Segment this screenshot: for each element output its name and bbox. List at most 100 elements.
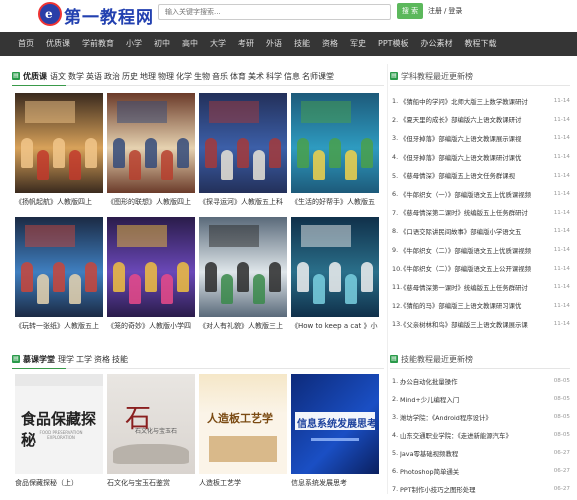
nav-item[interactable]: 优质课 <box>40 32 76 56</box>
register-link[interactable]: 注册 <box>428 7 442 15</box>
list-item[interactable]: 2. Mind+少儿编程入门 08-05 <box>392 390 570 408</box>
course-caption[interactable]: 《探寻运河》人教版五上科 <box>199 197 291 207</box>
subject-link[interactable]: 体育 <box>230 71 246 82</box>
nav-item[interactable]: 外语 <box>260 32 288 56</box>
nav-item[interactable]: 小学 <box>120 32 148 56</box>
list-item-title[interactable]: 山东交通职业学院：《走进新能源汽车》 <box>400 431 548 440</box>
course-thumb[interactable]: 人造板工艺学 人造板工艺学 <box>199 374 287 487</box>
nav-item[interactable]: 军史 <box>344 32 372 56</box>
list-item[interactable]: 9. 《牛郎织女（二）》部编版语文五上优质课视频 11-14 <box>392 241 570 260</box>
category-link[interactable]: 工学 <box>76 354 92 365</box>
list-item[interactable]: 3. 《但牙掉落》部编版六上语文教课展示课视 11-14 <box>392 129 570 148</box>
list-item[interactable]: 11. 《慈母情深第一课时》统编版五上任务群研讨 11-14 <box>392 278 570 297</box>
list-item[interactable]: 5. Java零基础视频教程 06-27 <box>392 444 570 462</box>
list-item[interactable]: 7. 《慈母情深第二课时》统编版五上任务群研讨 11-14 <box>392 204 570 223</box>
list-item-title[interactable]: 《口语交际讲民间故事》部编版小学语文五 <box>400 227 548 236</box>
list-item[interactable]: 7. PPT制作小技巧之图形处理 06-27 <box>392 480 570 498</box>
list-item-title[interactable]: Mind+少儿编程入门 <box>400 395 548 404</box>
list-item-title[interactable]: Photoshop简单通关 <box>400 467 548 476</box>
list-item-title[interactable]: 潍坊学院：《Android程序设计》 <box>400 413 548 422</box>
course-thumb[interactable]: 石 石文化与宝玉石 石文化与宝玉石鉴赏 <box>107 374 195 487</box>
course-caption[interactable]: 《扬帆起航》人教版四上 <box>15 197 107 207</box>
subject-link[interactable]: 数学 <box>68 71 84 82</box>
course-caption[interactable]: 信息系统发展思考 <box>291 478 383 488</box>
list-item-title[interactable]: 办公自动化批量操作 <box>400 377 548 386</box>
course-thumb[interactable]: 《玩转一张纸》人教版五上 <box>15 217 103 330</box>
list-item-title[interactable]: 《猜船的马》部编版三上语文教课研习课优 <box>400 301 548 310</box>
list-item[interactable]: 6. 《牛郎织女（一）》部编版语文五上优质课视频 11-14 <box>392 185 570 204</box>
course-thumb[interactable]: 《生活的好帮手》人教版五 <box>291 93 379 206</box>
subject-link[interactable]: 英语 <box>86 71 102 82</box>
course-thumb[interactable]: 《扬帆起航》人教版四上 <box>15 93 103 206</box>
nav-item[interactable]: 资格 <box>316 32 344 56</box>
course-thumb[interactable]: 《How to keep a cat 》小 <box>291 217 379 330</box>
list-item-title[interactable]: 《牛郎织女（二）》部编版语文五上公开课视频 <box>400 264 548 273</box>
course-caption[interactable]: 《对人有礼貌》人教版三上 <box>199 321 291 331</box>
subject-link[interactable]: 信息 <box>284 71 300 82</box>
logo-icon[interactable]: e <box>38 2 62 26</box>
course-thumb[interactable]: 《探寻运河》人教版五上科 <box>199 93 287 206</box>
list-item-title[interactable]: Java零基础视频教程 <box>400 449 548 458</box>
list-item-title[interactable]: 《慈母情深》部编版五上语文任务群课视 <box>400 171 548 180</box>
course-thumb[interactable]: 食品保藏探秘 FOOD PRESERVATION EXPLORATION 食品保… <box>15 374 103 487</box>
nav-item[interactable]: 考研 <box>232 32 260 56</box>
course-caption[interactable]: 《笼的奇妙》人教版小学四 <box>107 321 199 331</box>
category-link[interactable]: 技能 <box>112 354 128 365</box>
list-item[interactable]: 1. 《猜船中的学问》北师大版三上数学教课研讨 11-14 <box>392 92 570 111</box>
list-item[interactable]: 12. 《猜船的马》部编版三上语文教课研习课优 11-14 <box>392 297 570 316</box>
list-item-title[interactable]: 《慈母情深第二课时》统编版五上任务群研讨 <box>400 208 548 217</box>
list-item[interactable]: 2. 《夏天里的成长》部编版六上语文教课研讨 11-14 <box>392 111 570 130</box>
course-caption[interactable]: 《How to keep a cat 》小 <box>291 321 383 331</box>
subject-link[interactable]: 地理 <box>140 71 156 82</box>
search-input[interactable] <box>158 4 391 20</box>
nav-item[interactable]: 学前教育 <box>76 32 120 56</box>
list-item[interactable]: 6. Photoshop简单通关 06-27 <box>392 462 570 480</box>
list-item-title[interactable]: 《夏天里的成长》部编版六上语文教课研讨 <box>400 115 548 124</box>
nav-item[interactable]: PPT模板 <box>372 32 415 56</box>
list-item-title[interactable]: 《父亲树林和鸟》部编版三上语文教课展示课 <box>400 320 548 329</box>
subject-link[interactable]: 科学 <box>266 71 282 82</box>
list-item-title[interactable]: 《牛郎织女（二）》部编版语文五上优质课视频 <box>400 246 548 255</box>
quality-section-title[interactable]: 优质课 <box>23 71 47 82</box>
course-thumb[interactable]: 《图形的联想》人教版四上 <box>107 93 195 206</box>
subject-link[interactable]: 音乐 <box>212 71 228 82</box>
subject-link[interactable]: 政治 <box>104 71 120 82</box>
course-caption[interactable]: 《玩转一张纸》人教版五上 <box>15 321 107 331</box>
course-thumb[interactable]: 信息系统发展思考 信息系统发展思考 <box>291 374 379 487</box>
list-item-title[interactable]: 《但牙掉落》部编版六上语文教课展示课视 <box>400 134 548 143</box>
subject-link[interactable]: 物理 <box>158 71 174 82</box>
list-item[interactable]: 8. 《口语交际讲民间故事》部编版小学语文五 11-14 <box>392 222 570 241</box>
course-caption[interactable]: 人造板工艺学 <box>199 478 291 488</box>
list-item[interactable]: 10. 《牛郎织女（二）》部编版语文五上公开课视频 11-14 <box>392 259 570 278</box>
subject-link[interactable]: 语文 <box>50 71 66 82</box>
list-item[interactable]: 4. 山东交通职业学院：《走进新能源汽车》 08-05 <box>392 426 570 444</box>
site-logo-text[interactable]: 第一教程网 <box>64 3 154 28</box>
nav-item[interactable]: 技能 <box>288 32 316 56</box>
subject-link[interactable]: 化学 <box>176 71 192 82</box>
list-item-title[interactable]: 《猜船中的学问》北师大版三上数学教课研讨 <box>400 97 548 106</box>
list-item[interactable]: 1. 办公自动化批量操作 08-05 <box>392 372 570 390</box>
course-caption[interactable]: 石文化与宝玉石鉴赏 <box>107 478 199 488</box>
course-thumb[interactable]: 《笼的奇妙》人教版小学四 <box>107 217 195 330</box>
subject-link[interactable]: 生物 <box>194 71 210 82</box>
nav-item[interactable]: 首页 <box>12 32 40 56</box>
list-item[interactable]: 3. 潍坊学院：《Android程序设计》 08-05 <box>392 408 570 426</box>
category-link[interactable]: 资格 <box>94 354 110 365</box>
list-item-title[interactable]: 《但牙掉落》部编版六上语文教课研讨课优 <box>400 153 548 162</box>
nav-item[interactable]: 办公素材 <box>415 32 459 56</box>
course-thumb[interactable]: 《对人有礼貌》人教版三上 <box>199 217 287 330</box>
nav-item[interactable]: 初中 <box>148 32 176 56</box>
course-caption[interactable]: 《图形的联想》人教版四上 <box>107 197 199 207</box>
search-button[interactable]: 搜 索 <box>397 3 423 19</box>
subject-link[interactable]: 美术 <box>248 71 264 82</box>
course-caption[interactable]: 食品保藏探秘（上） <box>15 478 107 488</box>
subject-link[interactable]: 历史 <box>122 71 138 82</box>
nav-item[interactable]: 教程下载 <box>459 32 503 56</box>
nav-item[interactable]: 大学 <box>204 32 232 56</box>
nav-item[interactable]: 高中 <box>176 32 204 56</box>
list-item-title[interactable]: PPT制作小技巧之图形处理 <box>400 485 548 494</box>
login-link[interactable]: 登录 <box>448 7 462 15</box>
mooc-section-title[interactable]: 慕课学堂 <box>23 354 55 365</box>
list-item[interactable]: 4. 《但牙掉落》部编版六上语文教课研讨课优 11-14 <box>392 148 570 167</box>
list-item[interactable]: 5. 《慈母情深》部编版五上语文任务群课视 11-14 <box>392 166 570 185</box>
